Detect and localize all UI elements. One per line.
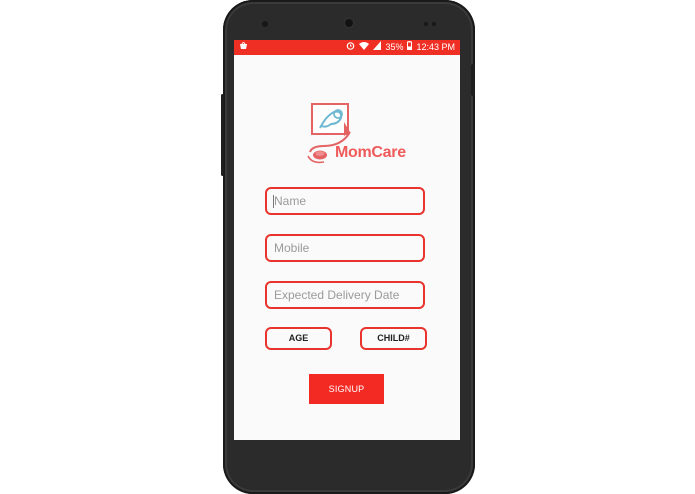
- signal-icon: [373, 40, 382, 55]
- sensor-dot: [432, 22, 436, 26]
- expected-delivery-date-input[interactable]: [267, 283, 423, 307]
- mobile-field[interactable]: [265, 234, 425, 262]
- name-field[interactable]: [265, 187, 425, 215]
- battery-percent: 35%: [385, 42, 404, 52]
- text-cursor: [273, 195, 274, 208]
- age-button[interactable]: AGE: [265, 327, 332, 350]
- app-screen: 35% 12:43 PM MomCare AGE CHILD# SIGNUP: [234, 40, 460, 440]
- wifi-icon: [359, 40, 370, 55]
- app-name: MomCare: [335, 144, 406, 161]
- volume-button: [221, 94, 224, 176]
- expected-delivery-date-field[interactable]: [265, 281, 425, 309]
- alarm-icon: [346, 40, 355, 55]
- shop-bag-icon: [239, 40, 248, 55]
- sensor-dot: [424, 22, 428, 26]
- mobile-input[interactable]: [267, 236, 423, 260]
- name-input[interactable]: [267, 189, 423, 213]
- battery-icon: [407, 40, 413, 55]
- signup-button[interactable]: SIGNUP: [309, 374, 384, 404]
- status-time: 12:43 PM: [416, 42, 455, 52]
- status-bar: 35% 12:43 PM: [234, 40, 460, 55]
- child-count-button[interactable]: CHILD#: [360, 327, 427, 350]
- power-button: [471, 64, 475, 96]
- front-camera: [343, 17, 355, 29]
- proximity-sensor: [262, 21, 268, 27]
